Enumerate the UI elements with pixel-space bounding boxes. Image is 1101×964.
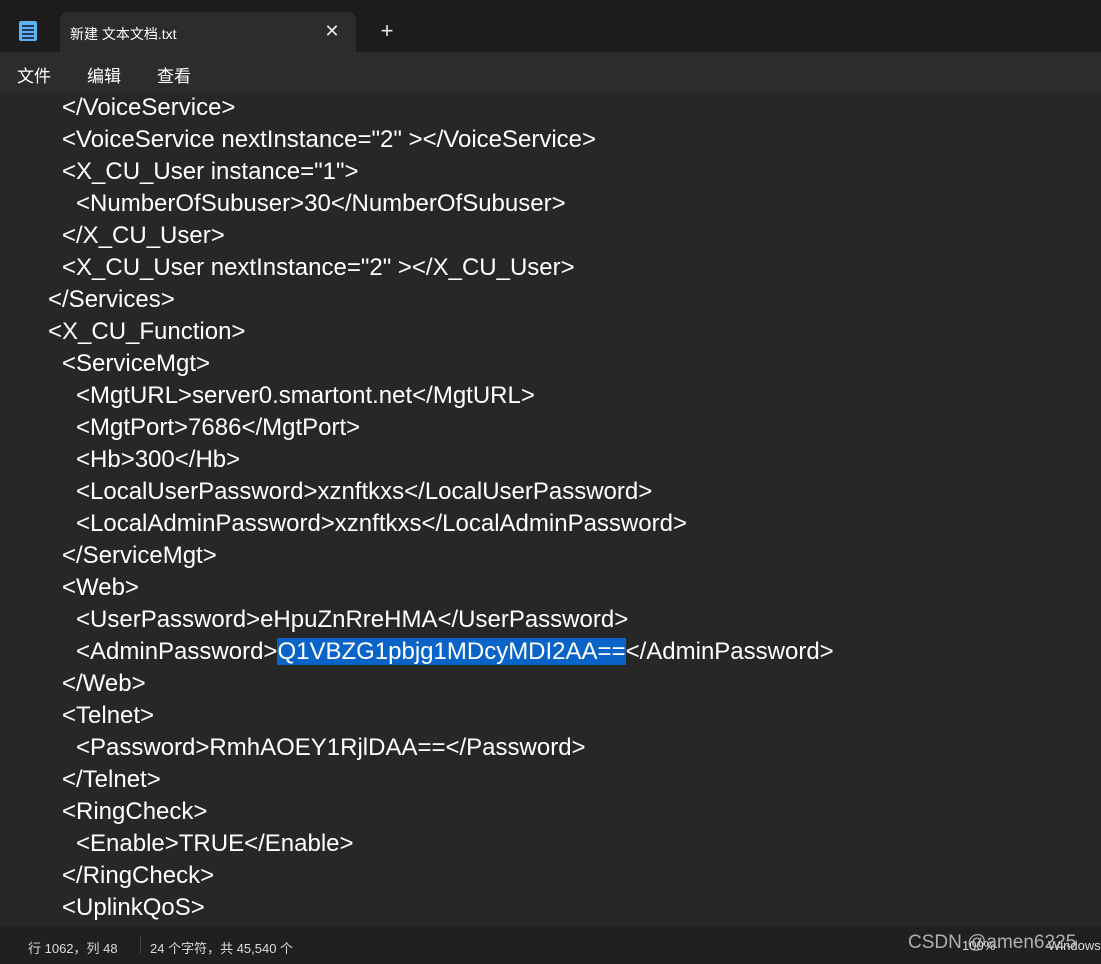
text-line: <UserPassword>eHpuZnRreHMA</UserPassword… [76,606,629,633]
text-line: <UplinkQoS> [62,894,205,921]
tab-title: 新建 文本文档.txt [70,26,177,42]
admin-password-line: <AdminPassword>Q1VBZG1pbjg1MDcyMDI2AA==<… [76,636,834,668]
text-line: <LocalAdminPassword>xznftkxs</LocalAdmin… [76,510,687,537]
menu-file[interactable]: 文件 [17,62,51,87]
new-tab-button[interactable]: + [376,20,398,42]
text-line: <NumberOfSubuser>30</NumberOfSubuser> [76,190,566,217]
text-line: </ServiceMgt> [62,542,217,569]
text-line: <Web> [62,574,139,601]
text-line: </Services> [48,286,175,313]
text-line: </X_CU_User> [62,222,225,249]
admin-password-close-tag: </AdminPassword> [625,638,834,665]
text-line: <ServiceMgt> [62,350,211,377]
text-line: <VoiceService nextInstance="2" ></VoiceS… [62,126,597,153]
text-line: <Telnet> [62,702,155,729]
watermark: CSDN @amen6225 [908,932,1077,953]
text-line: </VoiceService> [62,94,236,121]
text-line: <Hb>300</Hb> [76,446,241,473]
document-tab[interactable]: 新建 文本文档.txt ✕ [60,12,356,52]
text-line: <Enable>TRUE</Enable> [76,830,354,857]
text-line: <LocalUserPassword>xznftkxs</LocalUserPa… [76,478,653,505]
text-line: <Password>RmhAOEY1RjlDAA==</Password> [76,734,586,761]
close-tab-icon[interactable]: ✕ [322,21,342,41]
cursor-position[interactable]: 行 1062，列 48 [28,938,118,957]
character-count: 24 个字符，共 45,540 个 [150,941,294,956]
status-bar: 行 1062，列 48 24 个字符，共 45,540 个 100% Windo… [0,926,1101,964]
text-line: </RingCheck> [62,862,215,889]
notepad-icon [19,21,37,41]
menu-edit[interactable]: 编辑 [87,62,121,87]
text-line: </Web> [62,670,146,697]
text-line: <X_CU_User nextInstance="2" ></X_CU_User… [62,254,575,281]
text-line: </Telnet> [62,766,161,793]
menu-bar: 文件 编辑 查看 [0,52,1101,92]
text-line: <X_CU_User instance="1"> [62,158,359,185]
text-line: <MgtPort>7686</MgtPort> [76,414,361,441]
text-line: <MgtURL>server0.smartont.net</MgtURL> [76,382,535,409]
status-divider [140,936,141,954]
text-line: <RingCheck> [62,798,208,825]
admin-password-open-tag: <AdminPassword> [76,638,278,665]
text-line: <X_CU_Function> [48,318,246,345]
text-editor[interactable]: </VoiceService> <VoiceService nextInstan… [0,92,1101,926]
menu-view[interactable]: 查看 [157,62,191,87]
selected-text[interactable]: Q1VBZG1pbjg1MDcyMDI2AA== [277,638,626,665]
title-bar: 新建 文本文档.txt ✕ + [0,0,1101,52]
